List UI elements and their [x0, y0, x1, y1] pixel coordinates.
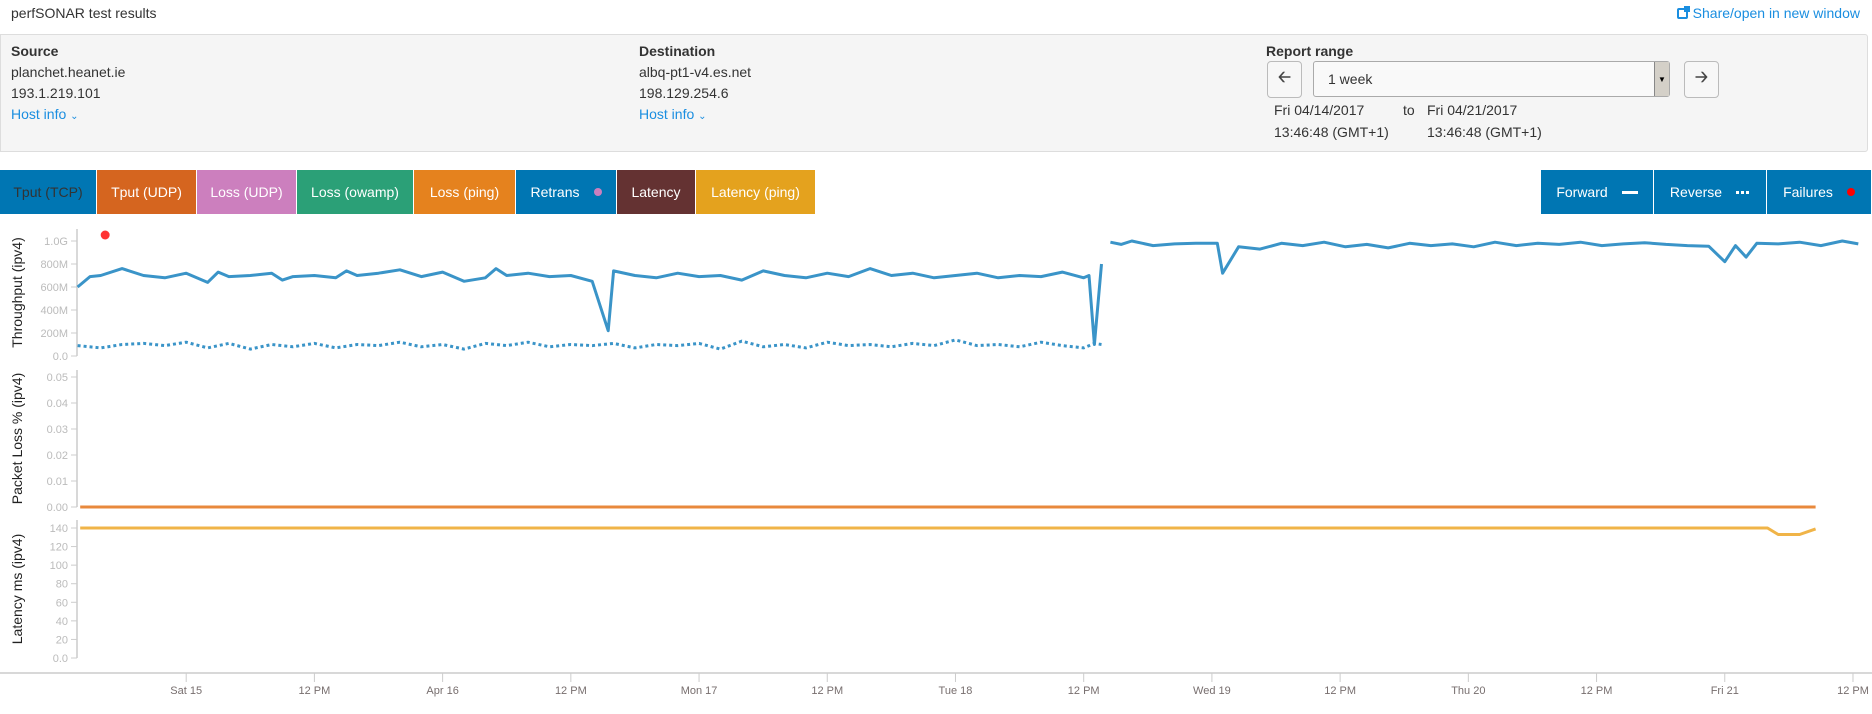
forward-series-line [1110, 239, 1859, 275]
x-tick-label: Thu 20 [1451, 685, 1485, 697]
series-line [80, 526, 1817, 536]
y-tick-label: 140 [50, 523, 68, 535]
y-axis-label: Latency ms (ipv4) [9, 534, 25, 644]
y-tick-label: 800M [40, 259, 68, 271]
y-tick-label: 400M [40, 305, 68, 317]
y-tick-label: 0.00 [47, 502, 68, 514]
y-tick-label: 600M [40, 282, 68, 294]
y-axis-label: Packet Loss % (ipv4) [9, 373, 25, 505]
y-tick-label: 0.04 [47, 398, 68, 410]
y-tick-label: 20 [56, 634, 68, 646]
y-tick-label: 60 [56, 597, 68, 609]
x-tick-label: Apr 16 [426, 685, 458, 697]
y-tick-label: 1.0G [44, 236, 68, 248]
results-chart: 0.0 200M 400M 600M 800M 1.0G Throughput (ipv4)… [0, 229, 1872, 697]
x-tick-label: 12 PM [1837, 685, 1869, 697]
x-tick-label: 12 PM [811, 685, 843, 697]
x-tick-label: Sat 15 [170, 685, 202, 697]
x-tick-label: 12 PM [1324, 685, 1356, 697]
y-tick-label: 0.01 [47, 476, 68, 488]
x-tick-label: 12 PM [555, 685, 587, 697]
x-tick-label: Fri 21 [1711, 685, 1739, 697]
forward-series-line [76, 263, 1103, 346]
y-tick-label: 200M [40, 328, 68, 340]
x-tick-label: Wed 19 [1193, 685, 1231, 697]
x-tick-label: 12 PM [299, 685, 331, 697]
y-tick-label: 120 [50, 542, 68, 554]
y-tick-label: 0.02 [47, 450, 68, 462]
y-tick-label: 0.0 [53, 653, 68, 665]
reverse-series-line [77, 338, 1102, 351]
y-tick-label: 0.0 [53, 351, 68, 363]
x-tick-label: Mon 17 [681, 685, 718, 697]
x-tick-label: 12 PM [1068, 685, 1100, 697]
y-axis-label: Throughput (ipv4) [9, 237, 25, 348]
failure-point [100, 230, 110, 240]
y-tick-label: 0.03 [47, 424, 68, 436]
x-tick-label: Tue 18 [939, 685, 973, 697]
x-tick-label: 12 PM [1581, 685, 1613, 697]
y-tick-label: 80 [56, 579, 68, 591]
y-tick-label: 0.05 [47, 372, 68, 384]
y-tick-label: 100 [50, 560, 68, 572]
y-tick-label: 40 [56, 616, 68, 628]
